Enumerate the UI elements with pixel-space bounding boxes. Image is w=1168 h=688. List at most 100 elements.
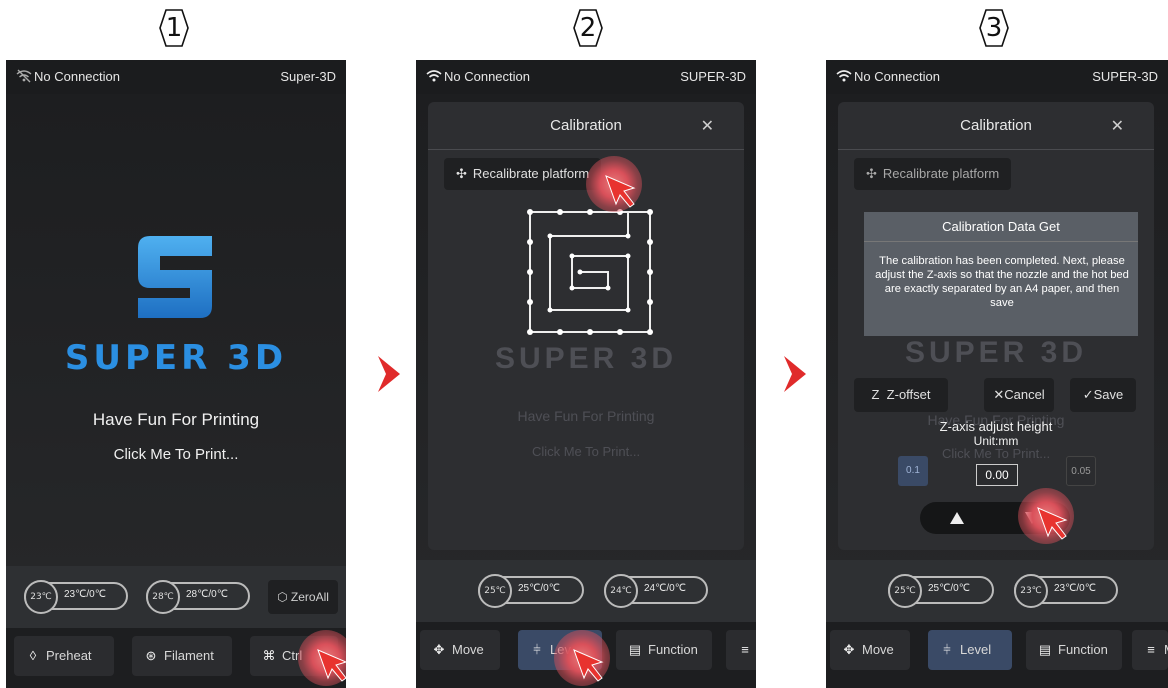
nozzle-temp[interactable]: 25℃ 25℃/0℃ [888, 574, 994, 608]
move-icon: ✥ [433, 642, 445, 657]
step-number: 3 [985, 13, 1003, 43]
bed-icon: 28℃ [146, 580, 180, 614]
connection-status: No Connection [854, 69, 940, 84]
next-arrow-icon [378, 356, 400, 392]
bed-temp[interactable]: 28℃ 28℃/0℃ [146, 580, 250, 614]
ghost-click-to-print: Click Me To Print... [941, 446, 1051, 461]
tagline: Have Fun For Printing [92, 410, 260, 429]
step-marker-3: 3 [972, 6, 1016, 50]
ghost-tagline: Have Fun For Printing [517, 408, 655, 424]
bed-temp[interactable]: 24℃ 24℃/0℃ [604, 574, 708, 608]
tap-indicator-icon [554, 630, 610, 686]
calibration-dialog: Calibration ✕ ✣ Recalibrate platform SUPE… [838, 102, 1154, 550]
function-button[interactable]: ▤ Function [616, 630, 712, 670]
status-bar: No Connection Super-3D [6, 60, 346, 94]
status-bar: No Connection SUPER-3D [416, 60, 756, 94]
menu-button[interactable]: ≡M [1132, 630, 1168, 670]
recalibrate-label: Recalibrate platform [472, 166, 590, 181]
super3d-logo-icon [138, 236, 212, 318]
calibration-path-icon [527, 209, 653, 335]
drop-icon: ◊ [29, 648, 37, 663]
logo-wordmark: SUPER 3D [64, 338, 288, 378]
bed-temp-value: 28℃/0℃ [186, 589, 228, 600]
z-adjust-title: Z-axis adjust height [939, 419, 1053, 434]
recalibrate-label: Recalibrate platform [882, 166, 1000, 181]
recalibrate-platform-button[interactable]: ✣ Recalibrate platform [854, 158, 1012, 190]
step-0-1-option[interactable]: 0.1 [898, 456, 928, 486]
nozzle-temp-value: 25℃/0℃ [928, 583, 970, 594]
click-to-print[interactable]: Click Me To Print... [6, 446, 346, 463]
home-content[interactable]: SUPER 3D Have Fun For Printing Click Me … [6, 94, 346, 572]
printer-name: SUPER-3D [1092, 69, 1158, 84]
cancel-icon: ✕ [993, 387, 1005, 402]
printer-name: SUPER-3D [680, 69, 746, 84]
save-button[interactable]: ✓Save [1070, 378, 1136, 412]
zero-all-button[interactable]: ⬡ ZeroAll [268, 580, 338, 614]
tap-indicator-icon [298, 630, 346, 686]
bottom-nav: ◊ Preheat ⊛ Filament ⌘ Ctrl [6, 628, 346, 688]
popup-message: The calibration has been completed. Next… [875, 255, 1129, 309]
bed-temp[interactable]: 23℃ 23℃/0℃ [1014, 574, 1118, 608]
filament-button[interactable]: ⊛ Filament [132, 636, 232, 676]
z-offset-button[interactable]: Z Z-offset [854, 378, 948, 412]
level-icon: ⫩ [533, 642, 541, 657]
nozzle-icon: 25℃ [478, 574, 512, 608]
screen-home: No Connection Super-3D SUPER 3D Have Fun… [6, 60, 346, 688]
step-0-05-option[interactable]: 0.05 [1066, 456, 1096, 486]
z-up-button[interactable] [920, 502, 995, 534]
tap-indicator-icon [586, 156, 642, 212]
preheat-button[interactable]: ◊ Preheat [14, 636, 114, 676]
nozzle-temp[interactable]: 25℃ 25℃/0℃ [478, 574, 584, 608]
z-icon: Z [871, 387, 880, 402]
nozzle-temp-value: 23℃/0℃ [64, 589, 106, 600]
calibration-data-popup: Calibration Data Get The calibration has… [864, 212, 1138, 336]
status-bar: No Connection SUPER-3D [826, 60, 1168, 94]
function-icon: ▤ [628, 642, 642, 657]
menu-button[interactable]: ≡M [726, 630, 756, 670]
bed-temp-value: 23℃/0℃ [1054, 583, 1096, 594]
move-label: Move [452, 642, 484, 657]
bed-temp-value: 24℃/0℃ [644, 583, 686, 594]
bed-icon: 24℃ [604, 574, 638, 608]
level-button[interactable]: ⫩ Level [928, 630, 1012, 670]
level-icon: ⫩ [943, 642, 951, 657]
temperature-bar: 23℃ 23℃/0℃ 28℃ 28℃/0℃ ⬡ ZeroAll [6, 566, 346, 628]
bed-icon: 23℃ [1014, 574, 1048, 608]
temperature-bar: 25℃ 25℃/0℃ 24℃ 24℃/0℃ [416, 560, 756, 622]
save-label: Save [1093, 387, 1124, 402]
ctrl-icon: ⌘ [262, 648, 276, 663]
cube-icon: ⬡ [277, 590, 288, 604]
function-button[interactable]: ▤ Function [1026, 630, 1122, 670]
dialog-title: Calibration [838, 102, 1154, 150]
wifi-icon [836, 70, 852, 82]
close-icon[interactable]: ✕ [1111, 102, 1124, 150]
temperature-bar: 25℃ 25℃/0℃ 23℃ 23℃/0℃ [826, 560, 1168, 622]
next-arrow-icon [784, 356, 806, 392]
menu-icon: ≡ [1147, 642, 1155, 657]
nozzle-temp-value: 25℃/0℃ [518, 583, 560, 594]
dialog-title: Calibration [428, 102, 744, 150]
function-icon: ▤ [1038, 642, 1052, 657]
calibration-dialog: Calibration ✕ ✣ Recalibrate platform SUPE… [428, 102, 744, 550]
popup-title: Calibration Data Get [864, 212, 1138, 242]
z-value-field[interactable]: 0.00 [976, 464, 1018, 486]
ghost-logo-wordmark: SUPER 3D [904, 336, 1088, 369]
close-icon[interactable]: ✕ [701, 102, 714, 150]
step-marker-2: 2 [566, 6, 610, 50]
wifi-icon [426, 70, 442, 82]
z-offset-label: Z-offset [886, 387, 931, 402]
filament-label: Filament [164, 648, 214, 663]
level-label: Level [960, 642, 992, 657]
screen-calibration: No Connection SUPER-3D Calibration ✕ ✣ Re… [416, 60, 756, 688]
cancel-button[interactable]: ✕Cancel [984, 378, 1054, 412]
nozzle-icon: 25℃ [888, 574, 922, 608]
nozzle-temp[interactable]: 23℃ 23℃/0℃ [24, 580, 128, 614]
ghost-logo-wordmark: SUPER 3D [494, 342, 678, 375]
preheat-label: Preheat [46, 648, 92, 663]
connection-status: No Connection [34, 69, 120, 84]
function-label: Function [1058, 642, 1108, 657]
recalibrate-platform-button[interactable]: ✣ Recalibrate platform [444, 158, 602, 190]
move-button[interactable]: ✥ Move [420, 630, 500, 670]
move-button[interactable]: ✥ Move [830, 630, 910, 670]
function-label: Function [648, 642, 698, 657]
